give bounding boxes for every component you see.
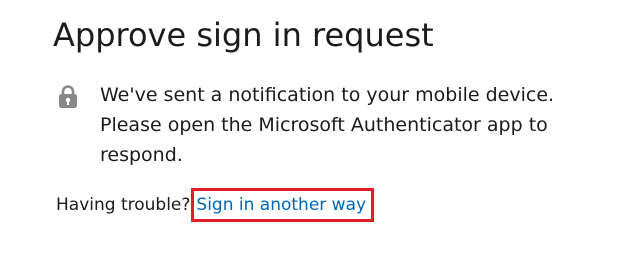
highlight-box: Sign in another way	[191, 188, 375, 222]
sign-in-another-way-link[interactable]: Sign in another way	[196, 192, 366, 218]
trouble-label: Having trouble?	[56, 195, 191, 215]
notification-text: We've sent a notification to your mobile…	[100, 84, 555, 166]
lock-icon	[59, 85, 77, 108]
page-title: Approve sign in request	[53, 16, 434, 54]
notification-message: We've sent a notification to your mobile…	[57, 80, 617, 170]
trouble-row: Having trouble? Sign in another way	[56, 188, 375, 222]
